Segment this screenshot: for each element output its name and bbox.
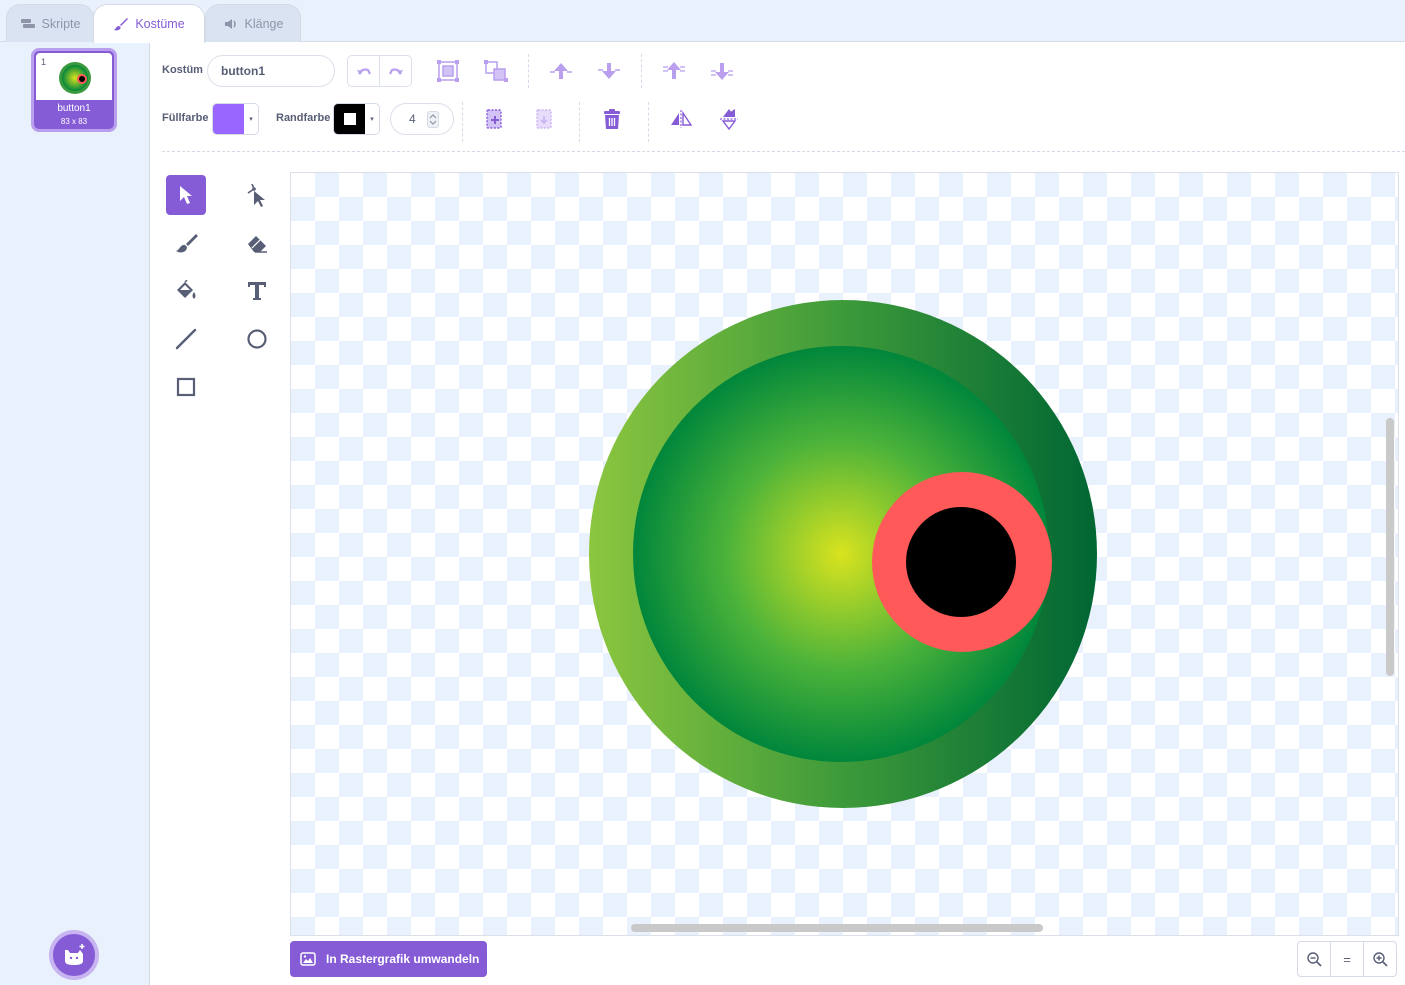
send-to-back-icon bbox=[711, 63, 733, 80]
image-icon bbox=[300, 952, 316, 966]
trash-icon bbox=[604, 109, 620, 129]
rectangle-tool[interactable] bbox=[166, 367, 206, 407]
zoom-reset-label: = bbox=[1343, 951, 1351, 967]
toolbar-divider bbox=[648, 102, 649, 142]
paint-bucket-icon bbox=[177, 280, 196, 299]
costume-name-label: Kostüm bbox=[162, 64, 203, 76]
convert-to-bitmap-label: In Rastergrafik umwandeln bbox=[326, 952, 480, 966]
toolbar-divider bbox=[528, 54, 529, 88]
fill-color-picker[interactable]: ▾ bbox=[212, 103, 259, 135]
zoom-out-button[interactable] bbox=[1298, 942, 1330, 976]
flip-vertical-icon bbox=[720, 109, 738, 130]
brush-icon bbox=[176, 234, 198, 253]
reshape-pointer-icon bbox=[247, 183, 265, 207]
line-tool[interactable] bbox=[166, 319, 206, 359]
copy-icon bbox=[486, 109, 502, 129]
backward-button[interactable] bbox=[595, 57, 623, 85]
tab-costumes-label: Kostüme bbox=[135, 17, 185, 31]
forward-button[interactable] bbox=[547, 57, 575, 85]
tab-sounds[interactable]: Klänge bbox=[205, 4, 301, 42]
costume-name: button1 bbox=[57, 103, 91, 114]
tab-scripts-label: Skripte bbox=[41, 16, 81, 31]
undo-redo-group bbox=[347, 55, 412, 87]
eraser-icon bbox=[248, 236, 267, 253]
fill-tool[interactable] bbox=[166, 271, 206, 311]
undo-icon bbox=[356, 68, 371, 75]
select-tool[interactable] bbox=[166, 175, 206, 215]
toolbar-divider bbox=[462, 102, 463, 142]
toolbar-divider bbox=[641, 54, 642, 88]
outline-color-label: Randfarbe bbox=[276, 112, 331, 124]
pointer-arrow-icon bbox=[180, 186, 192, 204]
brush-tool[interactable] bbox=[166, 223, 206, 263]
zoom-in-icon bbox=[1373, 952, 1388, 967]
editor-tabs: Skripte Kostüme Klänge bbox=[0, 0, 1405, 43]
bring-to-front-icon bbox=[663, 62, 685, 79]
choose-costume-button[interactable] bbox=[49, 930, 99, 980]
text-t-icon bbox=[248, 282, 266, 300]
ungroup-icon bbox=[484, 60, 508, 82]
choose-costume-cat-icon bbox=[65, 944, 85, 965]
code-blocks-icon bbox=[20, 18, 35, 28]
zoom-controls: = bbox=[1297, 941, 1397, 977]
circle-icon bbox=[247, 329, 267, 349]
flip-horizontal-icon bbox=[671, 110, 692, 128]
outline-dropdown-icon[interactable]: ▾ bbox=[365, 104, 379, 134]
speaker-icon bbox=[224, 18, 236, 29]
eraser-tool[interactable] bbox=[237, 223, 277, 263]
text-tool[interactable] bbox=[237, 271, 277, 311]
redo-button[interactable] bbox=[380, 56, 411, 86]
tab-costumes[interactable]: Kostüme bbox=[93, 4, 205, 43]
fill-dropdown-icon[interactable]: ▾ bbox=[244, 104, 258, 134]
outline-width-stepper[interactable] bbox=[427, 111, 439, 128]
flip-vertical-button[interactable] bbox=[715, 105, 743, 133]
costume-thumbnail: 1 bbox=[36, 53, 112, 100]
line-icon bbox=[175, 328, 197, 350]
costume-artwork[interactable] bbox=[291, 173, 1399, 936]
reshape-tool[interactable] bbox=[237, 175, 277, 215]
costume-number: 1 bbox=[41, 57, 47, 67]
tab-sounds-label: Klänge bbox=[244, 16, 284, 31]
paintbrush-icon bbox=[114, 18, 129, 31]
zoom-reset-button[interactable]: = bbox=[1330, 942, 1363, 976]
paste-button[interactable] bbox=[530, 105, 558, 133]
toolbar-divider bbox=[579, 102, 580, 142]
delete-button[interactable] bbox=[598, 105, 626, 133]
outline-color-picker[interactable]: ▾ bbox=[333, 103, 380, 135]
paint-canvas[interactable] bbox=[290, 172, 1399, 936]
outline-color-swatch[interactable] bbox=[334, 104, 365, 134]
horizontal-scrollbar[interactable] bbox=[631, 924, 1043, 932]
circle-tool[interactable] bbox=[237, 319, 277, 359]
undo-button[interactable] bbox=[348, 56, 380, 86]
rectangle-icon bbox=[176, 377, 196, 397]
costume-item[interactable]: 1 button1 83 x 83 bbox=[31, 48, 117, 132]
outline-width-input[interactable]: 4 bbox=[390, 103, 454, 135]
ungroup-button[interactable] bbox=[482, 57, 510, 85]
zoom-out-icon bbox=[1307, 952, 1322, 967]
arrow-down-icon bbox=[598, 63, 620, 79]
group-icon bbox=[437, 60, 459, 82]
convert-to-bitmap-button[interactable]: In Rastergrafik umwandeln bbox=[290, 941, 487, 977]
front-button[interactable] bbox=[660, 57, 688, 85]
redo-icon bbox=[388, 68, 403, 75]
zoom-in-button[interactable] bbox=[1363, 942, 1396, 976]
tab-scripts[interactable]: Skripte bbox=[6, 4, 94, 42]
costume-name-input[interactable]: button1 bbox=[207, 55, 335, 87]
arrow-up-icon bbox=[550, 63, 572, 79]
copy-button[interactable] bbox=[481, 105, 509, 133]
vertical-scrollbar[interactable] bbox=[1386, 418, 1394, 676]
fill-color-label: Füllfarbe bbox=[162, 112, 209, 124]
flip-horizontal-button[interactable] bbox=[667, 105, 695, 133]
fill-color-swatch[interactable] bbox=[213, 104, 244, 134]
paste-icon bbox=[536, 109, 552, 129]
costume-list: 1 button1 83 x 83 bbox=[0, 42, 150, 985]
toolbar-separator bbox=[162, 151, 1405, 152]
paint-editor: Kostüm button1 Füllfarbe ▾ Randfarbe ▾ 4… bbox=[150, 42, 1405, 985]
back-button[interactable] bbox=[708, 57, 736, 85]
costume-size: 83 x 83 bbox=[60, 117, 88, 126]
group-button[interactable] bbox=[434, 57, 462, 85]
outline-width-value: 4 bbox=[409, 112, 416, 126]
